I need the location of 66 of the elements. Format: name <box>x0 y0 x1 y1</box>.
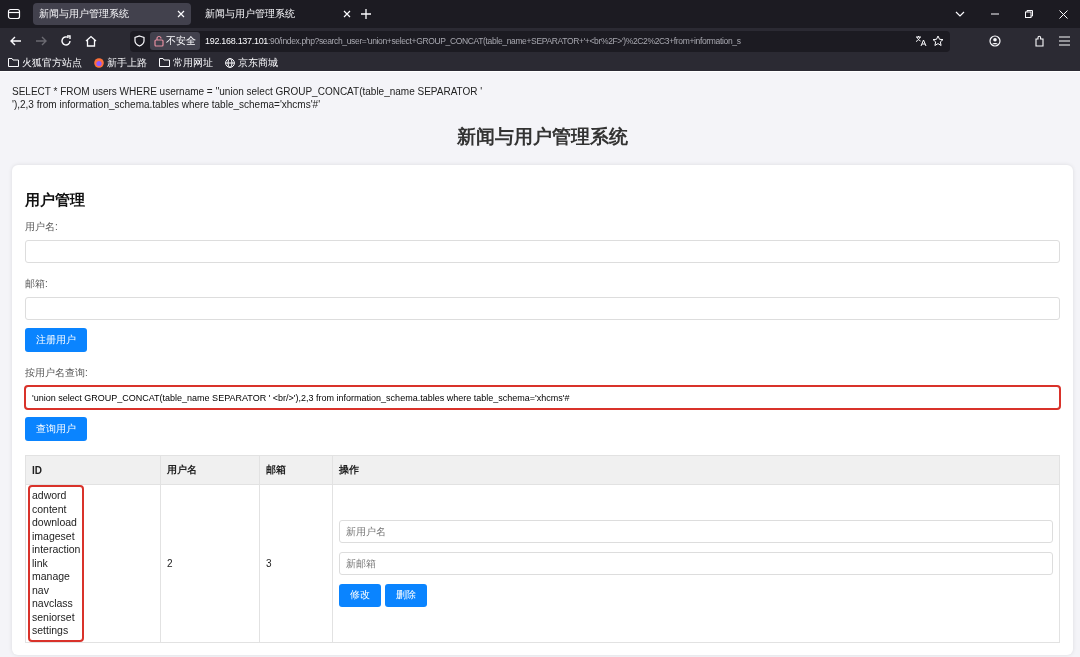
restore-icon[interactable] <box>1025 10 1033 18</box>
column-header: 操作 <box>332 455 1060 485</box>
table-name-text: link <box>32 556 49 570</box>
table-name-text: download <box>32 516 78 530</box>
table-name-text: adword <box>32 489 68 503</box>
fox-logo-icon <box>94 57 104 68</box>
back-arrow-icon[interactable] <box>10 36 22 46</box>
page-title: 新闻与用户管理系统 <box>456 125 629 149</box>
url-host: 192.168.137.101 <box>205 36 269 46</box>
search-field[interactable]: 'union select GROUP_CONCAT(table_name SEPARATOR ' <br/>'),2,3 from information_schema.tables where table_schema='xhcms'# <box>25 386 1060 409</box>
new-tab-icon[interactable] <box>361 9 371 19</box>
table-cell: 2 <box>160 484 260 642</box>
table-name-text: seniorset <box>32 610 76 624</box>
forward-arrow-icon[interactable] <box>35 36 47 46</box>
input-field[interactable] <box>25 297 1060 320</box>
table-cell: 3 <box>259 484 333 642</box>
table-name-text: imageset <box>32 529 76 543</box>
translate-icon[interactable] <box>915 35 927 47</box>
close-icon[interactable] <box>343 10 351 18</box>
security-label: 不安全 <box>166 34 196 48</box>
bookmark-item[interactable]: 新手上路 <box>94 55 147 70</box>
delete-button[interactable]: 删除 <box>385 583 427 607</box>
home-icon[interactable] <box>85 35 97 47</box>
bookmark-item[interactable]: 火狐官方站点 <box>8 55 82 70</box>
address-bar[interactable]: 不安全 192.168.137.101:90/index.php?search_user='union+select+GROUP_CONCAT(table_name+SEPARATOR+'+<br%2F>')%2C2%2C3+from+information_s <box>130 30 950 52</box>
folder-icon <box>159 58 170 67</box>
table-name-text: content <box>32 502 68 516</box>
register-button[interactable]: 注册用户 <box>25 328 87 352</box>
table-name-text: manage <box>32 570 71 584</box>
field-label: 邮箱: <box>25 277 49 291</box>
close-icon[interactable] <box>177 10 185 18</box>
new-email-field[interactable]: 新邮箱 <box>339 551 1053 575</box>
table-name-text: interaction <box>32 543 81 557</box>
table-name-text: settings <box>32 624 70 638</box>
lock-warning-icon <box>154 35 164 47</box>
search-button[interactable]: 查询用户 <box>25 417 87 441</box>
shield-icon[interactable] <box>134 35 145 47</box>
section-heading: 用户管理 <box>25 191 86 210</box>
field-label: 按用户名查询: <box>25 366 89 380</box>
field-label: 用户名: <box>25 220 59 234</box>
column-header: ID <box>25 455 161 485</box>
star-icon[interactable] <box>932 35 944 47</box>
sql-query-text: '),2,3 from information_schema.tables where table_schema='xhcms'#' <box>12 98 322 111</box>
reload-icon[interactable] <box>60 35 72 47</box>
close-icon[interactable] <box>1059 9 1068 19</box>
globe-icon <box>225 57 235 68</box>
extensions-icon[interactable] <box>1034 35 1046 47</box>
input-field[interactable] <box>25 240 1060 263</box>
browser-tab[interactable]: 新闻与用户管理系统 <box>33 3 191 25</box>
menu-icon[interactable] <box>1059 36 1070 46</box>
bookmark-item[interactable]: 常用网址 <box>159 55 213 70</box>
browser-tab[interactable]: 新闻与用户管理系统 <box>199 3 357 25</box>
edit-button[interactable]: 修改 <box>339 583 381 607</box>
new-username-field[interactable]: 新用户名 <box>339 519 1053 543</box>
table-name-text: nav <box>32 583 50 597</box>
url-path: :90/index.php?search_user='union+select+GROUP_CONCAT(table_name+SEPARATOR+'+<br%2F>')%2C2%2C3+from+information_s <box>268 36 741 46</box>
tab-list-icon[interactable] <box>7 7 21 21</box>
table-name-text: navclass <box>32 597 74 611</box>
account-icon[interactable] <box>989 35 1001 47</box>
column-header: 邮箱 <box>259 455 333 485</box>
column-header: 用户名 <box>160 455 260 485</box>
bookmark-item[interactable]: 京东商城 <box>225 55 278 70</box>
folder-icon <box>8 58 19 67</box>
chevron-down-icon[interactable] <box>955 11 965 17</box>
security-badge[interactable]: 不安全 <box>150 32 200 50</box>
sql-query-text: SELECT * FROM users WHERE username = ''union select GROUP_CONCAT(table_name SEPARATOR ' <box>12 85 484 98</box>
